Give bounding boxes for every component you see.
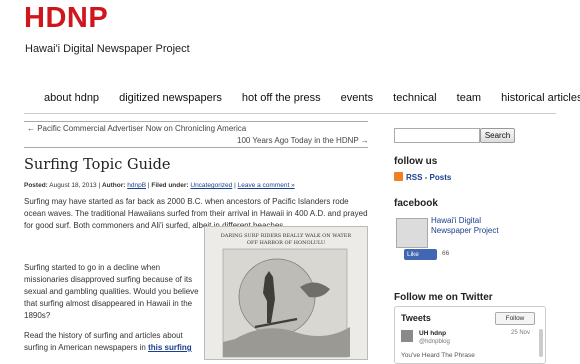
next-post-link[interactable]: 100 Years Ago Today in the HDNP → [237, 136, 369, 145]
site-logo[interactable]: HDNP [24, 2, 108, 35]
tweets-title: Tweets [401, 313, 431, 323]
post-paragraph-2: Surfing started to go in a decline when … [24, 263, 199, 320]
surf-illustration: DARING SURF RIDERS REALLY WALK ON WATER … [205, 227, 367, 359]
site-tagline: Hawai'i Digital Newspaper Project [25, 43, 190, 55]
post-nav-top-rule [24, 121, 368, 122]
rss-label: RSS - Posts [406, 173, 452, 182]
leave-comment-link[interactable]: Leave a comment » [238, 182, 295, 189]
filed-under-label: Filed under: [151, 182, 189, 189]
post-paragraph-3: Read the history of surfing and articles… [24, 330, 204, 354]
author-label: Author: [101, 182, 126, 189]
previous-post-link[interactable]: ← Pacific Commercial Advertiser Now on C… [27, 124, 246, 133]
search-input[interactable] [394, 128, 480, 143]
tweet-date[interactable]: 25 Nov [511, 330, 530, 336]
facebook-page-thumbnail[interactable] [396, 218, 428, 248]
facebook-heading: facebook [394, 198, 438, 209]
posted-label: Posted: [24, 182, 48, 189]
post-nav-bottom-rule [24, 147, 368, 148]
surfing-topic-link[interactable]: this surfing [148, 343, 192, 352]
follow-us-heading: follow us [394, 156, 438, 167]
facebook-page-name[interactable]: Hawai'i Digital Newspaper Project [431, 216, 501, 236]
like-label: Like [407, 251, 419, 258]
tweet-avatar[interactable] [401, 330, 413, 342]
nav-item-technical[interactable]: technical [393, 92, 436, 104]
surf-rider-newspaper-image[interactable]: DARING SURF RIDERS REALLY WALK ON WATER … [204, 226, 368, 360]
tweet-text: You've Heard The Phrase [401, 352, 475, 359]
post-title[interactable]: Surfing Topic Guide [24, 157, 170, 173]
rss-posts-link[interactable]: RSS - Posts [394, 172, 451, 182]
nav-item-digitized-newspapers[interactable]: digitized newspapers [119, 92, 222, 104]
tweet-handle[interactable]: @hdnpblog [419, 339, 450, 345]
tweet-username[interactable]: UH hdnp [419, 330, 446, 337]
nav-item-events[interactable]: events [341, 92, 373, 104]
twitter-widget: Tweets Follow UH hdnp @hdnpblog 25 Nov Y… [394, 306, 546, 364]
post-meta: Posted: August 18, 2013 | Author: hdnpB … [24, 182, 295, 189]
facebook-like-count: 66 [442, 250, 450, 257]
facebook-widget: Hawai'i Digital Newspaper Project Like 6… [396, 216, 546, 264]
nav-item-historical-articles[interactable]: historical articles [501, 92, 580, 104]
post-date: August 18, 2013 [49, 182, 97, 189]
nav-item-about[interactable]: about hdnp [44, 92, 99, 104]
twitter-follow-button[interactable]: Follow [495, 312, 535, 325]
nav-item-hot-off-the-press[interactable]: hot off the press [242, 92, 321, 104]
image-caption-line2: OFF HARBOR OF HONOLULU [247, 240, 325, 246]
tweets-scrollbar[interactable] [539, 329, 543, 357]
post-author-link[interactable]: hdnpB [127, 182, 146, 189]
image-caption-line1: DARING SURF RIDERS REALLY WALK ON WATER [221, 233, 352, 239]
nav-item-team[interactable]: team [457, 92, 481, 104]
nav-divider [24, 113, 556, 114]
facebook-like-button[interactable]: Like [404, 249, 437, 260]
rss-icon [394, 172, 403, 181]
search-button[interactable]: Search [480, 128, 515, 143]
twitter-heading: Follow me on Twitter [394, 292, 493, 303]
category-link[interactable]: Uncategorized [190, 182, 232, 189]
main-nav: about hdnp digitized newspapers hot off … [44, 92, 580, 104]
